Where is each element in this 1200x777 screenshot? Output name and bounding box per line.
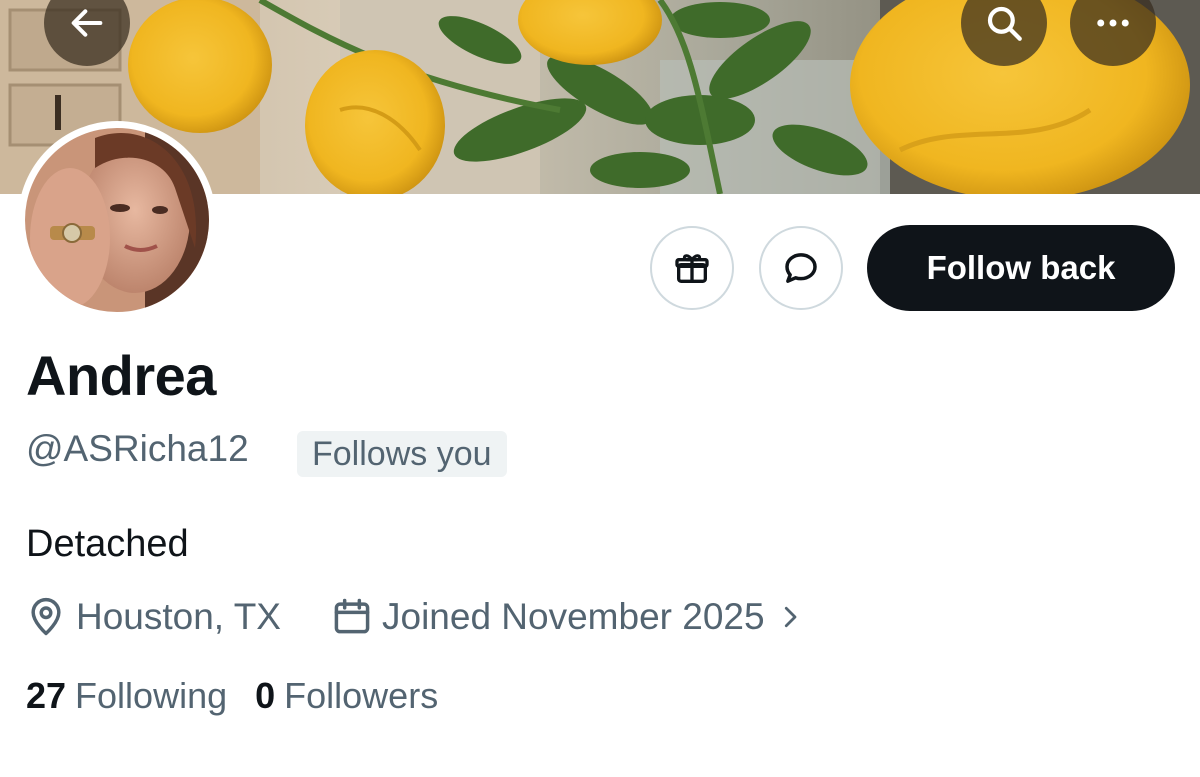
location-item: Houston, TX — [24, 594, 281, 640]
avatar[interactable] — [25, 128, 209, 312]
search-icon — [987, 6, 1022, 41]
message-bubble-icon — [785, 253, 817, 283]
user-handle: @ASRicha12 — [26, 428, 249, 469]
follows-you-badge: Follows you — [297, 431, 507, 477]
arrow-left-icon — [71, 9, 103, 37]
joined-date-item[interactable]: Joined November 2025 — [330, 594, 805, 640]
location-text: Houston, TX — [76, 596, 281, 637]
calendar-icon — [334, 598, 370, 634]
avatar-image — [25, 128, 209, 312]
followers-label: Followers — [284, 675, 439, 716]
more-horizontal-icon — [1097, 19, 1129, 27]
followers-link[interactable]: 0 Followers — [255, 675, 438, 717]
bio-text: Detached — [26, 523, 189, 565]
joined-text: Joined November 2025 — [382, 596, 765, 637]
following-link[interactable]: 27 Following — [26, 675, 227, 717]
following-count: 27 — [26, 675, 67, 716]
display-name: Andrea — [26, 344, 216, 407]
chevron-right-icon — [784, 606, 796, 628]
follow-stats: 27 Following 0 Followers — [26, 675, 438, 717]
gift-button[interactable] — [650, 226, 734, 310]
location-pin-icon — [31, 597, 61, 636]
following-label: Following — [75, 675, 228, 716]
gift-icon — [675, 254, 709, 283]
followers-count: 0 — [255, 675, 276, 716]
follow-back-button[interactable]: Follow back — [867, 225, 1175, 311]
avatar-frame[interactable] — [18, 121, 216, 319]
message-button[interactable] — [759, 226, 843, 310]
